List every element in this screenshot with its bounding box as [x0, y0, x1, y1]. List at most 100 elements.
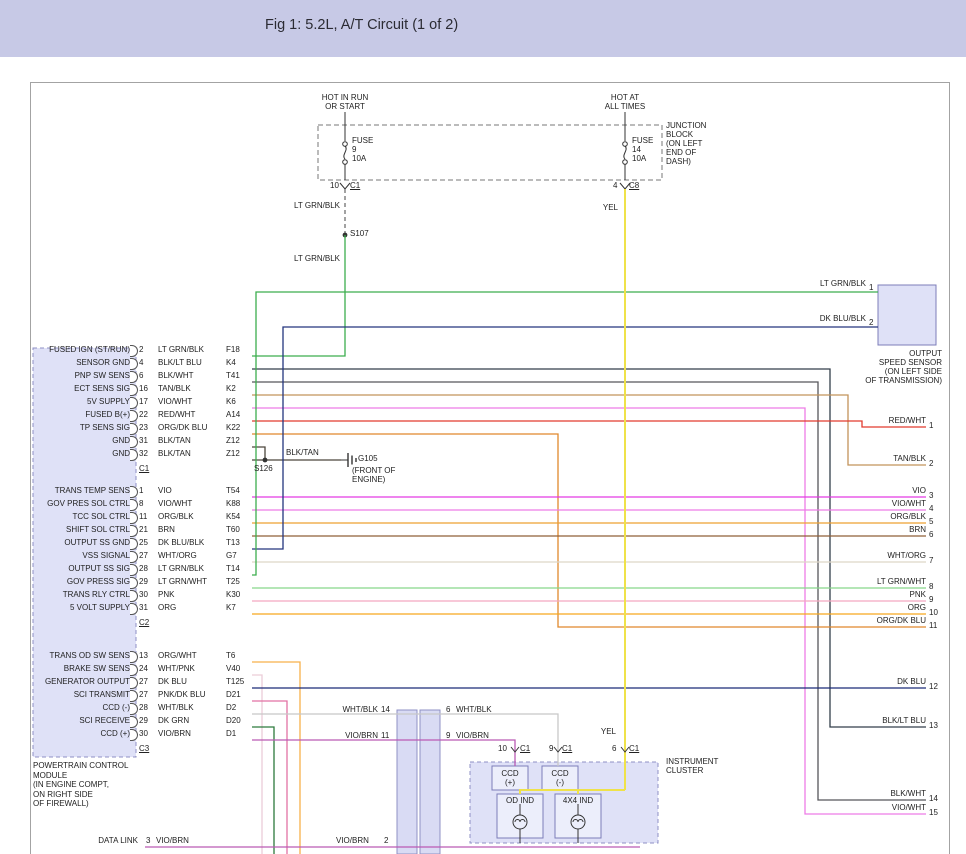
- pcm-circuit-id: T25: [226, 575, 240, 588]
- edge-wire-color-label: VIO: [912, 486, 926, 496]
- sensor-wire1-label: LT GRN/BLK: [804, 279, 866, 288]
- output-speed-sensor-label: OUTPUT SPEED SENSOR (ON LEFT SIDE OF TRA…: [830, 349, 942, 385]
- pin-arc-icon: [130, 677, 138, 689]
- edge-pin-number: 6: [929, 530, 933, 540]
- pcm-wire-color: LT GRN/BLK: [158, 562, 204, 575]
- ign-wire-label-2: LT GRN/BLK: [288, 254, 340, 263]
- 4x4-indicator-label: 4X4 IND: [555, 796, 601, 805]
- edge-pin-number: 3: [929, 491, 933, 501]
- pcm-wire-color: DK BLU: [158, 675, 187, 688]
- pcm-function-label: TCC SOL CTRL: [33, 510, 133, 523]
- edge-pin-number: 13: [929, 721, 938, 731]
- edge-pin-number: 11: [929, 621, 937, 631]
- cluster-pin10-connector: C1: [520, 744, 530, 753]
- pcm-connector-c3: C3: [139, 744, 149, 753]
- fuse-14-label: FUSE 14 10A: [632, 136, 653, 163]
- pcm-pin-row: 28LT GRN/BLKT14: [138, 562, 252, 575]
- cluster-pin9-connector: C1: [562, 744, 572, 753]
- pin-arc-icon: [130, 603, 138, 615]
- pcm-wire-color: ORG/BLK: [158, 510, 194, 523]
- pcm-pin-row: 6BLK/WHTT41: [138, 369, 252, 382]
- pcm-wire-color: VIO/WHT: [158, 497, 192, 510]
- pcm-circuit-id: K6: [226, 395, 236, 408]
- pcm-pin-row: 8 VIO/WHT K88: [138, 497, 252, 510]
- ground-location-label: (FRONT OF ENGINE): [352, 466, 395, 484]
- pcm-circuit-id: T13: [226, 536, 240, 549]
- pcm-pin-column-C3: 13ORG/WHTT624WHT/PNKV4027DK BLUT12527PNK…: [138, 649, 252, 740]
- edge-pin-number: 4: [929, 504, 933, 514]
- ccd-plus-label: CCD (+): [492, 769, 528, 787]
- pcm-pin-number: 8: [139, 497, 143, 510]
- pcm-circuit-id: T14: [226, 562, 240, 575]
- pcm-pin-number: 30: [139, 588, 148, 601]
- inline-row2-left-pin: 11: [381, 731, 389, 740]
- edge-pin-number: 7: [929, 556, 933, 566]
- pin-arc-icon: [130, 577, 138, 589]
- pcm-pin-row: 29LT GRN/WHTT25: [138, 575, 252, 588]
- pin-arc-icon: [130, 345, 138, 357]
- pcm-wire-color: LT GRN/BLK: [158, 343, 204, 356]
- edge-pin-number: 8: [929, 582, 933, 592]
- pcm-function-label: GND: [33, 447, 133, 460]
- edge-pin-number: 14: [929, 794, 938, 804]
- pcm-function-label: ECT SENS SIG: [33, 382, 133, 395]
- pcm-pin-number: 29: [139, 714, 148, 727]
- pcm-connector-c1: C1: [139, 464, 149, 473]
- cluster-pin10-number: 10: [498, 744, 507, 753]
- splice-s126-label: S126: [254, 464, 273, 473]
- edge-wire-color-label: TAN/BLK: [893, 454, 926, 464]
- pcm-function-label: FUSED B(+): [33, 408, 133, 421]
- pin-arc-icon: [130, 397, 138, 409]
- pcm-wire-color: BLK/LT BLU: [158, 356, 202, 369]
- pcm-function-label: SCI TRANSMIT: [33, 688, 133, 701]
- labels-layer: HOT IN RUN OR START HOT AT ALL TIMES FUS…: [0, 0, 966, 854]
- pcm-function-label: GENERATOR OUTPUT: [33, 675, 133, 688]
- edge-wire-color-label: ORG/DK BLU: [877, 616, 926, 626]
- pcm-function-label: CCD (-): [33, 701, 133, 714]
- pin-arc-icon: [130, 564, 138, 576]
- data-link-pin-a: 3: [146, 836, 150, 845]
- edge-pin-number: 12: [929, 682, 938, 692]
- edge-pin-number: 9: [929, 595, 933, 605]
- cluster-pin6-connector: C1: [629, 744, 639, 753]
- pcm-pin-row: 28WHT/BLKD2: [138, 701, 252, 714]
- pcm-pin-number: 13: [139, 649, 148, 662]
- pcm-circuit-id: Z12: [226, 434, 240, 447]
- pcm-pin-row: 30VIO/BRND1: [138, 727, 252, 740]
- pcm-function-column-C3: TRANS OD SW SENSBRAKE SW SENSGENERATOR O…: [33, 649, 133, 740]
- pcm-circuit-id: F18: [226, 343, 240, 356]
- wiring-diagram-page: Fig 1: 5.2L, A/T Circuit (1 of 2): [0, 0, 966, 854]
- pcm-wire-color: DK GRN: [158, 714, 189, 727]
- pcm-pin-row: 16TAN/BLKK2: [138, 382, 252, 395]
- pcm-pin-number: 30: [139, 727, 148, 740]
- pin-arc-icon: [130, 449, 138, 461]
- ground-wire-label: BLK/TAN: [286, 448, 319, 457]
- pcm-circuit-id: K88: [226, 497, 240, 510]
- pcm-function-label: CCD (+): [33, 727, 133, 740]
- pcm-wire-color: ORG: [158, 601, 176, 614]
- pcm-circuit-id: T54: [226, 484, 240, 497]
- edge-pin-number: 2: [929, 459, 933, 469]
- pcm-function-label: SENSOR GND: [33, 356, 133, 369]
- pin-arc-icon: [130, 384, 138, 396]
- pin-arc-icon: [130, 358, 138, 370]
- pcm-circuit-id: K7: [226, 601, 236, 614]
- sensor-pin2-number: 2: [869, 318, 873, 327]
- cluster-pin6-number: 6: [612, 744, 616, 753]
- pcm-pin-row: 17VIO/WHTK6: [138, 395, 252, 408]
- edge-wire-color-label: WHT/ORG: [887, 551, 926, 561]
- pcm-function-label: BRAKE SW SENS: [33, 662, 133, 675]
- pcm-function-label: 5 VOLT SUPPLY: [33, 601, 133, 614]
- pcm-pin-row: 21BRNT60: [138, 523, 252, 536]
- pcm-pin-row: 32BLK/TANZ12: [138, 447, 252, 460]
- cluster-pin9-number: 9: [549, 744, 553, 753]
- pcm-function-label: GOV PRESS SIG: [33, 575, 133, 588]
- junction-c8-pin: 4: [613, 181, 617, 190]
- edge-wire-color-label: LT GRN/WHT: [877, 577, 926, 587]
- pcm-circuit-id: K4: [226, 356, 236, 369]
- pcm-circuit-id: G7: [226, 549, 237, 562]
- pin-arc-icon: [130, 729, 138, 741]
- pcm-function-column-C2: TRANS TEMP SENSGOV PRES SOL CTRLTCC SOL …: [33, 484, 133, 614]
- pcm-function-label: TRANS OD SW SENS: [33, 649, 133, 662]
- junction-c1-pin: 10: [330, 181, 339, 190]
